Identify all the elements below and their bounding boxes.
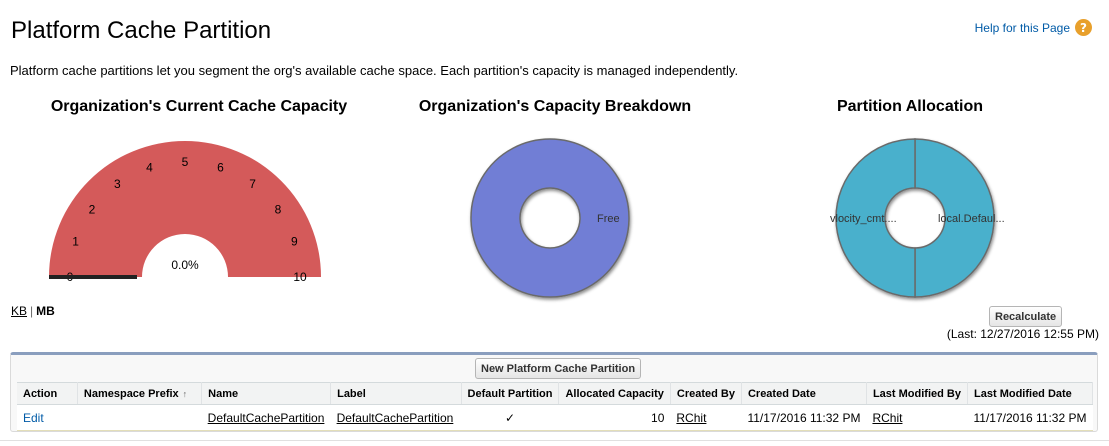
cell-allocated-capacity: 10: [558, 404, 671, 431]
unit-mb-selected: MB: [36, 304, 55, 318]
gauge-tick-label: 3: [114, 177, 121, 191]
table-header-row: Action Namespace Prefix ↑ Name Label Defa…: [17, 382, 1093, 405]
col-default-partition[interactable]: Default Partition: [461, 382, 560, 405]
default-checkmark-icon: ✓: [504, 410, 516, 425]
cache-capacity-gauge: 0123456789100.0%: [49, 141, 321, 284]
partition-table: Action Namespace Prefix ↑ Name Label Defa…: [17, 382, 1093, 431]
help-link[interactable]: Help for this Page ?: [975, 19, 1092, 36]
new-partition-button[interactable]: New Platform Cache Partition: [475, 358, 642, 379]
col-name[interactable]: Name: [201, 382, 332, 405]
cell-namespace: [77, 404, 202, 431]
cell-default-partition: ✓: [461, 404, 559, 431]
donut-slice-label: local.Defaul...: [938, 213, 1005, 225]
sort-ascending-icon: ↑: [182, 388, 188, 399]
donut-slice-label: Free: [597, 213, 620, 225]
modified-by-link[interactable]: RChit: [872, 411, 902, 425]
cell-label: DefaultCachePartition: [330, 404, 462, 431]
gauge-value-bar: [49, 275, 137, 279]
col-label[interactable]: Label: [330, 382, 462, 405]
col-namespace-label: Namespace Prefix: [83, 387, 179, 400]
col-last-modified-date[interactable]: Last Modified Date: [967, 382, 1093, 405]
col-allocated-capacity[interactable]: Allocated Capacity: [558, 382, 671, 405]
gauge-tick-label: 6: [217, 161, 224, 175]
partition-allocation-donut: vlocity_cmt.... local.Defaul...: [830, 138, 1005, 298]
partition-list-panel: New Platform Cache Partition Action Name…: [10, 352, 1098, 432]
page-title: Platform Cache Partition: [11, 17, 272, 44]
gauge-tick-label: 5: [182, 155, 189, 169]
capacity-breakdown-title: Organization's Capacity Breakdown: [418, 98, 692, 115]
partition-name-link[interactable]: DefaultCachePartition: [208, 411, 325, 425]
gauge-tick-label: 9: [291, 235, 298, 249]
cell-modified-by: RChit: [866, 404, 968, 431]
col-action: Action: [17, 382, 78, 405]
page-description: Platform cache partitions let you segmen…: [10, 63, 739, 78]
gauge-tick-label: 4: [146, 161, 153, 175]
gauge-tick-label: 10: [293, 270, 307, 284]
cell-name: DefaultCachePartition: [201, 404, 331, 431]
cell-modified-date: 11/17/2016 11:32 PM: [967, 404, 1093, 431]
cell-created-date: 11/17/2016 11:32 PM: [741, 404, 867, 431]
table-row: Edit DefaultCachePartition DefaultCacheP…: [17, 404, 1093, 431]
unit-kb-link[interactable]: KB: [11, 304, 27, 318]
partition-allocation-title: Partition Allocation: [836, 98, 984, 115]
partition-label-link[interactable]: DefaultCachePartition: [337, 411, 454, 425]
col-created-by[interactable]: Created By: [670, 382, 742, 405]
gauge-tick-label: 8: [275, 202, 282, 216]
col-last-modified-by[interactable]: Last Modified By: [866, 382, 969, 405]
gauge-tick-label: 2: [89, 202, 96, 216]
gauge-tick-label: 1: [72, 235, 79, 249]
unit-separator: |: [30, 304, 34, 318]
created-by-link[interactable]: RChit: [676, 411, 706, 425]
col-created-date[interactable]: Created Date: [741, 382, 867, 405]
col-namespace-prefix[interactable]: Namespace Prefix ↑: [77, 382, 203, 405]
edit-link[interactable]: Edit: [23, 411, 44, 425]
gauge-chart-title: Organization's Current Cache Capacity: [50, 98, 348, 115]
bottom-divider: [0, 440, 1109, 441]
unit-toggle: KB | MB: [11, 304, 55, 318]
gauge-value-label: 0.0%: [171, 258, 199, 272]
cell-created-by: RChit: [670, 404, 742, 431]
help-link-label[interactable]: Help for this Page: [975, 21, 1070, 35]
recalculate-button[interactable]: Recalculate: [989, 306, 1063, 327]
capacity-breakdown-donut: Free: [470, 138, 630, 298]
cell-action: Edit: [17, 404, 78, 431]
help-icon[interactable]: ?: [1075, 19, 1092, 36]
last-calculated-time: (Last: 12/27/2016 12:55 PM): [946, 327, 1099, 341]
gauge-tick-label: 7: [249, 177, 256, 191]
donut-slice-label: vlocity_cmt....: [830, 213, 897, 225]
